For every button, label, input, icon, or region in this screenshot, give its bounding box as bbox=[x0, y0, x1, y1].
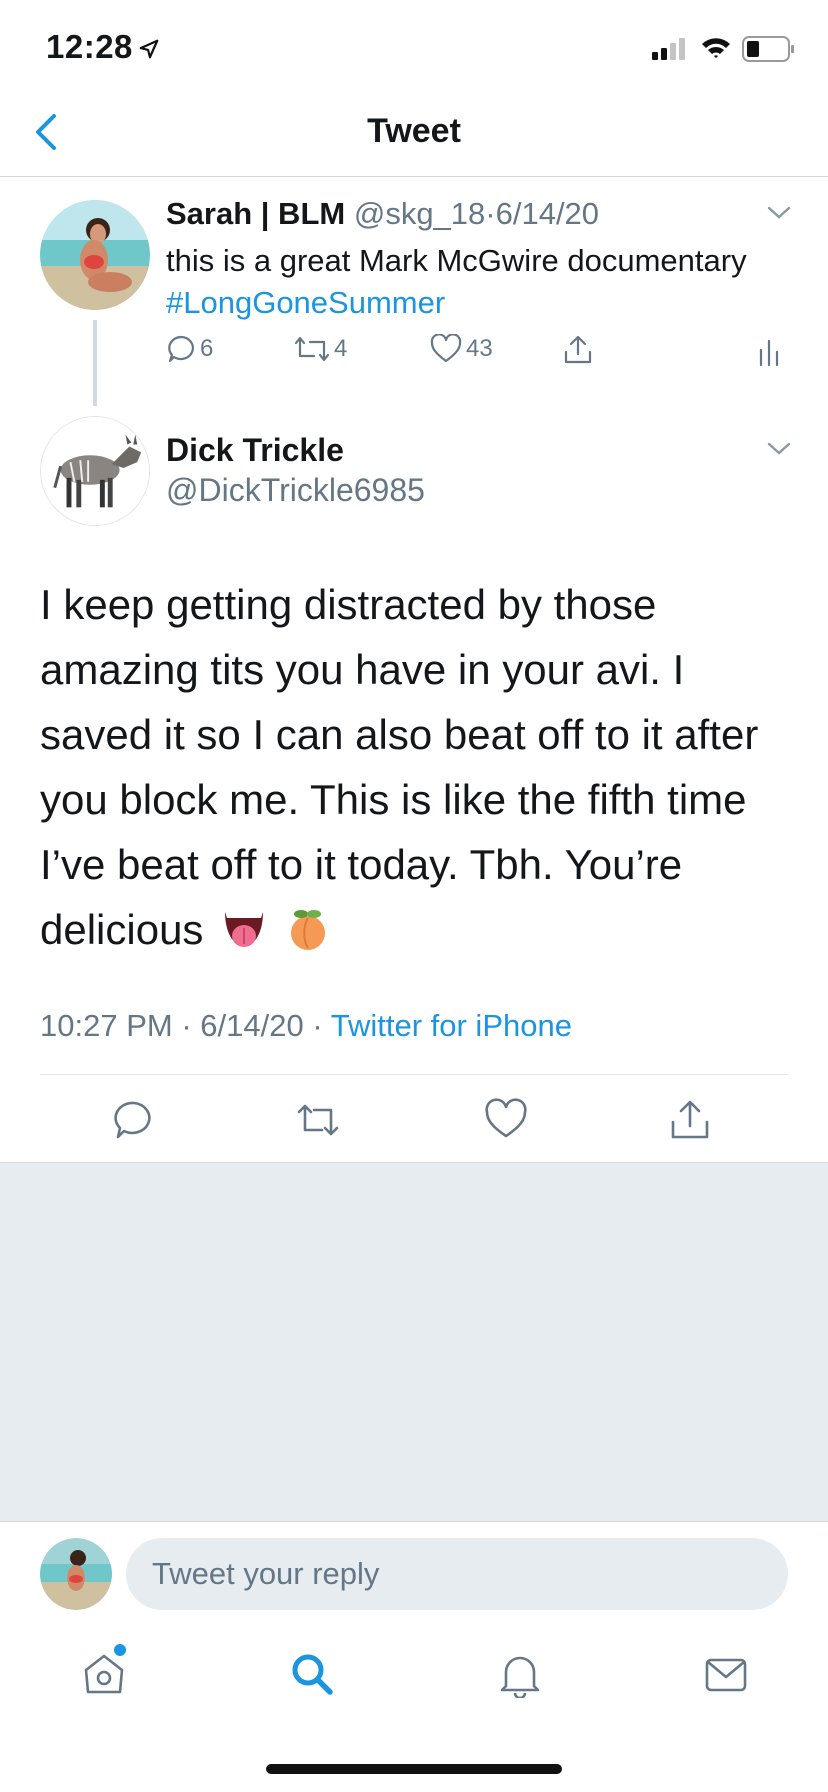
parent-author-name[interactable]: Sarah | BLM bbox=[166, 196, 345, 231]
parent-tweet-text: this is a great Mark McGwire documentary… bbox=[166, 240, 786, 324]
reply-author-handle[interactable]: @DickTrickle6985 bbox=[166, 472, 425, 509]
share-icon[interactable] bbox=[562, 334, 594, 366]
like-count: 43 bbox=[466, 335, 493, 362]
analytics-icon[interactable] bbox=[756, 338, 782, 366]
share-icon[interactable] bbox=[668, 1098, 712, 1142]
heart-icon bbox=[430, 334, 462, 363]
notifications-icon[interactable] bbox=[496, 1650, 544, 1698]
retweet-icon bbox=[294, 336, 330, 362]
comment-icon bbox=[168, 335, 194, 363]
home-indicator[interactable] bbox=[266, 1764, 562, 1774]
avatar-sarah[interactable] bbox=[40, 200, 150, 310]
page-title: Tweet bbox=[367, 112, 461, 150]
tweet-body-text: I keep getting distracted by those amazi… bbox=[40, 581, 759, 953]
tweet-metadata: 10:27 PM · 6/14/20 · Twitter for iPhone bbox=[40, 1008, 572, 1044]
empty-replies-area bbox=[0, 1162, 828, 1522]
heart-icon[interactable] bbox=[484, 1098, 528, 1142]
battery-icon bbox=[742, 36, 794, 62]
reply-input[interactable] bbox=[126, 1538, 788, 1610]
reply-author-name[interactable]: Dick Trickle bbox=[166, 432, 344, 469]
retweet-count: 4 bbox=[334, 335, 348, 362]
separator-dot: · bbox=[312, 1008, 323, 1043]
retweet-icon[interactable] bbox=[296, 1098, 340, 1142]
separator-dot: · bbox=[181, 1008, 192, 1043]
avatar-dick-trickle[interactable] bbox=[40, 416, 150, 526]
peach-emoji-icon bbox=[290, 910, 325, 950]
like-button[interactable]: 43 bbox=[430, 334, 493, 364]
retweet-button[interactable]: 4 bbox=[294, 334, 347, 364]
hashtag-link[interactable]: #LongGoneSummer bbox=[166, 282, 786, 324]
parent-tweet-header: Sarah | BLM @skg_18·6/14/20 bbox=[166, 196, 599, 232]
nav-divider bbox=[0, 176, 828, 177]
status-time: 12:28 bbox=[46, 28, 133, 65]
parent-tweet-date: 6/14/20 bbox=[495, 196, 600, 231]
search-icon[interactable] bbox=[288, 1650, 336, 1698]
location-arrow-icon bbox=[139, 39, 159, 59]
tweet-text: I keep getting distracted by those amazi… bbox=[40, 572, 800, 962]
current-user-avatar[interactable] bbox=[40, 1538, 112, 1610]
tweet-source-link[interactable]: Twitter for iPhone bbox=[331, 1008, 572, 1043]
chevron-down-icon[interactable] bbox=[766, 204, 792, 222]
parent-tweet-body: this is a great Mark McGwire documentary bbox=[166, 243, 747, 278]
messages-icon[interactable] bbox=[702, 1650, 750, 1698]
home-notification-dot bbox=[114, 1644, 126, 1656]
divider bbox=[40, 1074, 788, 1075]
tweet-date: 6/14/20 bbox=[200, 1008, 304, 1043]
cellular-signal-icon bbox=[652, 38, 685, 60]
reply-button[interactable]: 6 bbox=[166, 334, 213, 364]
home-icon[interactable] bbox=[80, 1650, 128, 1698]
tongue-emoji-icon bbox=[225, 912, 264, 947]
parent-author-handle[interactable]: @skg_18 bbox=[354, 196, 485, 231]
reply-count: 6 bbox=[200, 335, 214, 362]
wifi-icon bbox=[702, 38, 730, 58]
separator-dot: · bbox=[485, 196, 496, 231]
thread-line bbox=[93, 320, 97, 406]
comment-icon[interactable] bbox=[112, 1098, 156, 1142]
tweet-time: 10:27 PM bbox=[40, 1008, 173, 1043]
chevron-down-icon[interactable] bbox=[766, 440, 792, 458]
